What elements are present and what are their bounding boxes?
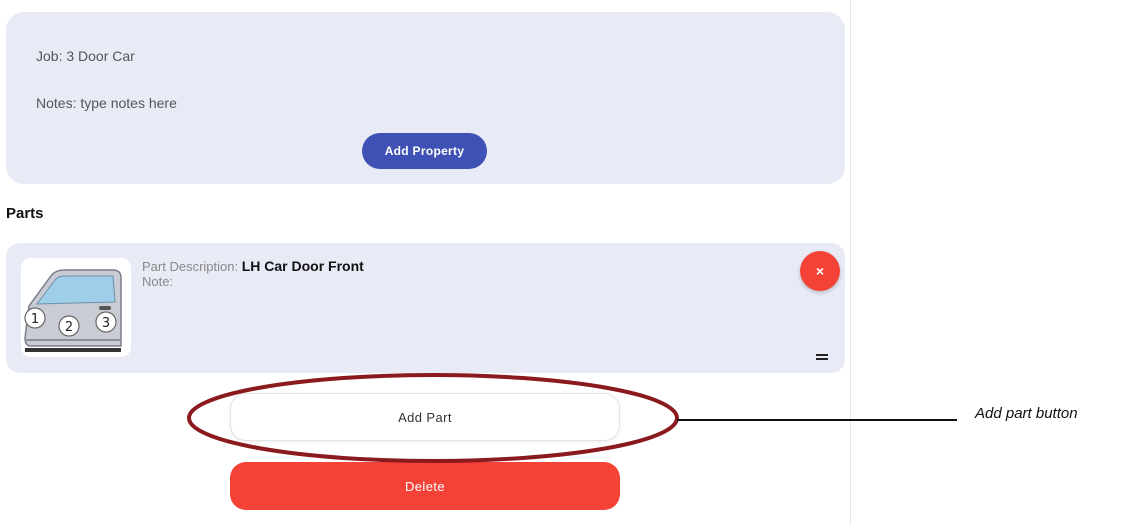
part-card[interactable]: 1 2 3 Part Description: LH Car Door Fron… [6, 243, 845, 373]
remove-part-button[interactable]: × [800, 251, 840, 291]
job-label: Job: [36, 48, 63, 64]
main-pane: Job: 3 Door Car Notes: type notes here A… [0, 0, 850, 526]
thumb-number-1: 1 [31, 312, 39, 327]
part-description-value: LH Car Door Front [241, 258, 364, 274]
delete-button[interactable]: Delete [230, 462, 620, 510]
drag-handle-icon[interactable] [816, 354, 828, 360]
job-row: Job: 3 Door Car [36, 48, 135, 64]
notes-value[interactable]: type notes here [80, 95, 177, 111]
part-note-row: Note: [142, 274, 364, 289]
thumb-number-2: 2 [65, 320, 73, 335]
notes-label: Notes: [36, 95, 77, 111]
add-part-button[interactable]: Add Part [230, 393, 620, 441]
part-description-label: Part Description: [142, 259, 239, 274]
part-note-label: Note: [142, 274, 174, 289]
callout-label: Add part button [975, 405, 1078, 422]
side-pane [850, 0, 1122, 526]
job-value[interactable]: 3 Door Car [66, 48, 134, 64]
notes-row: Notes: type notes here [36, 95, 177, 111]
car-door-image: 1 2 3 [21, 258, 131, 357]
part-info: Part Description: LH Car Door Front Note… [142, 258, 364, 290]
add-property-button[interactable]: Add Property [362, 133, 487, 169]
part-description-row: Part Description: LH Car Door Front [142, 258, 364, 275]
car-door-thumbnail: 1 2 3 [21, 258, 131, 357]
thumb-number-3: 3 [102, 316, 110, 331]
job-properties-card: Job: 3 Door Car Notes: type notes here A… [6, 12, 845, 184]
parts-heading: Parts [6, 205, 44, 222]
